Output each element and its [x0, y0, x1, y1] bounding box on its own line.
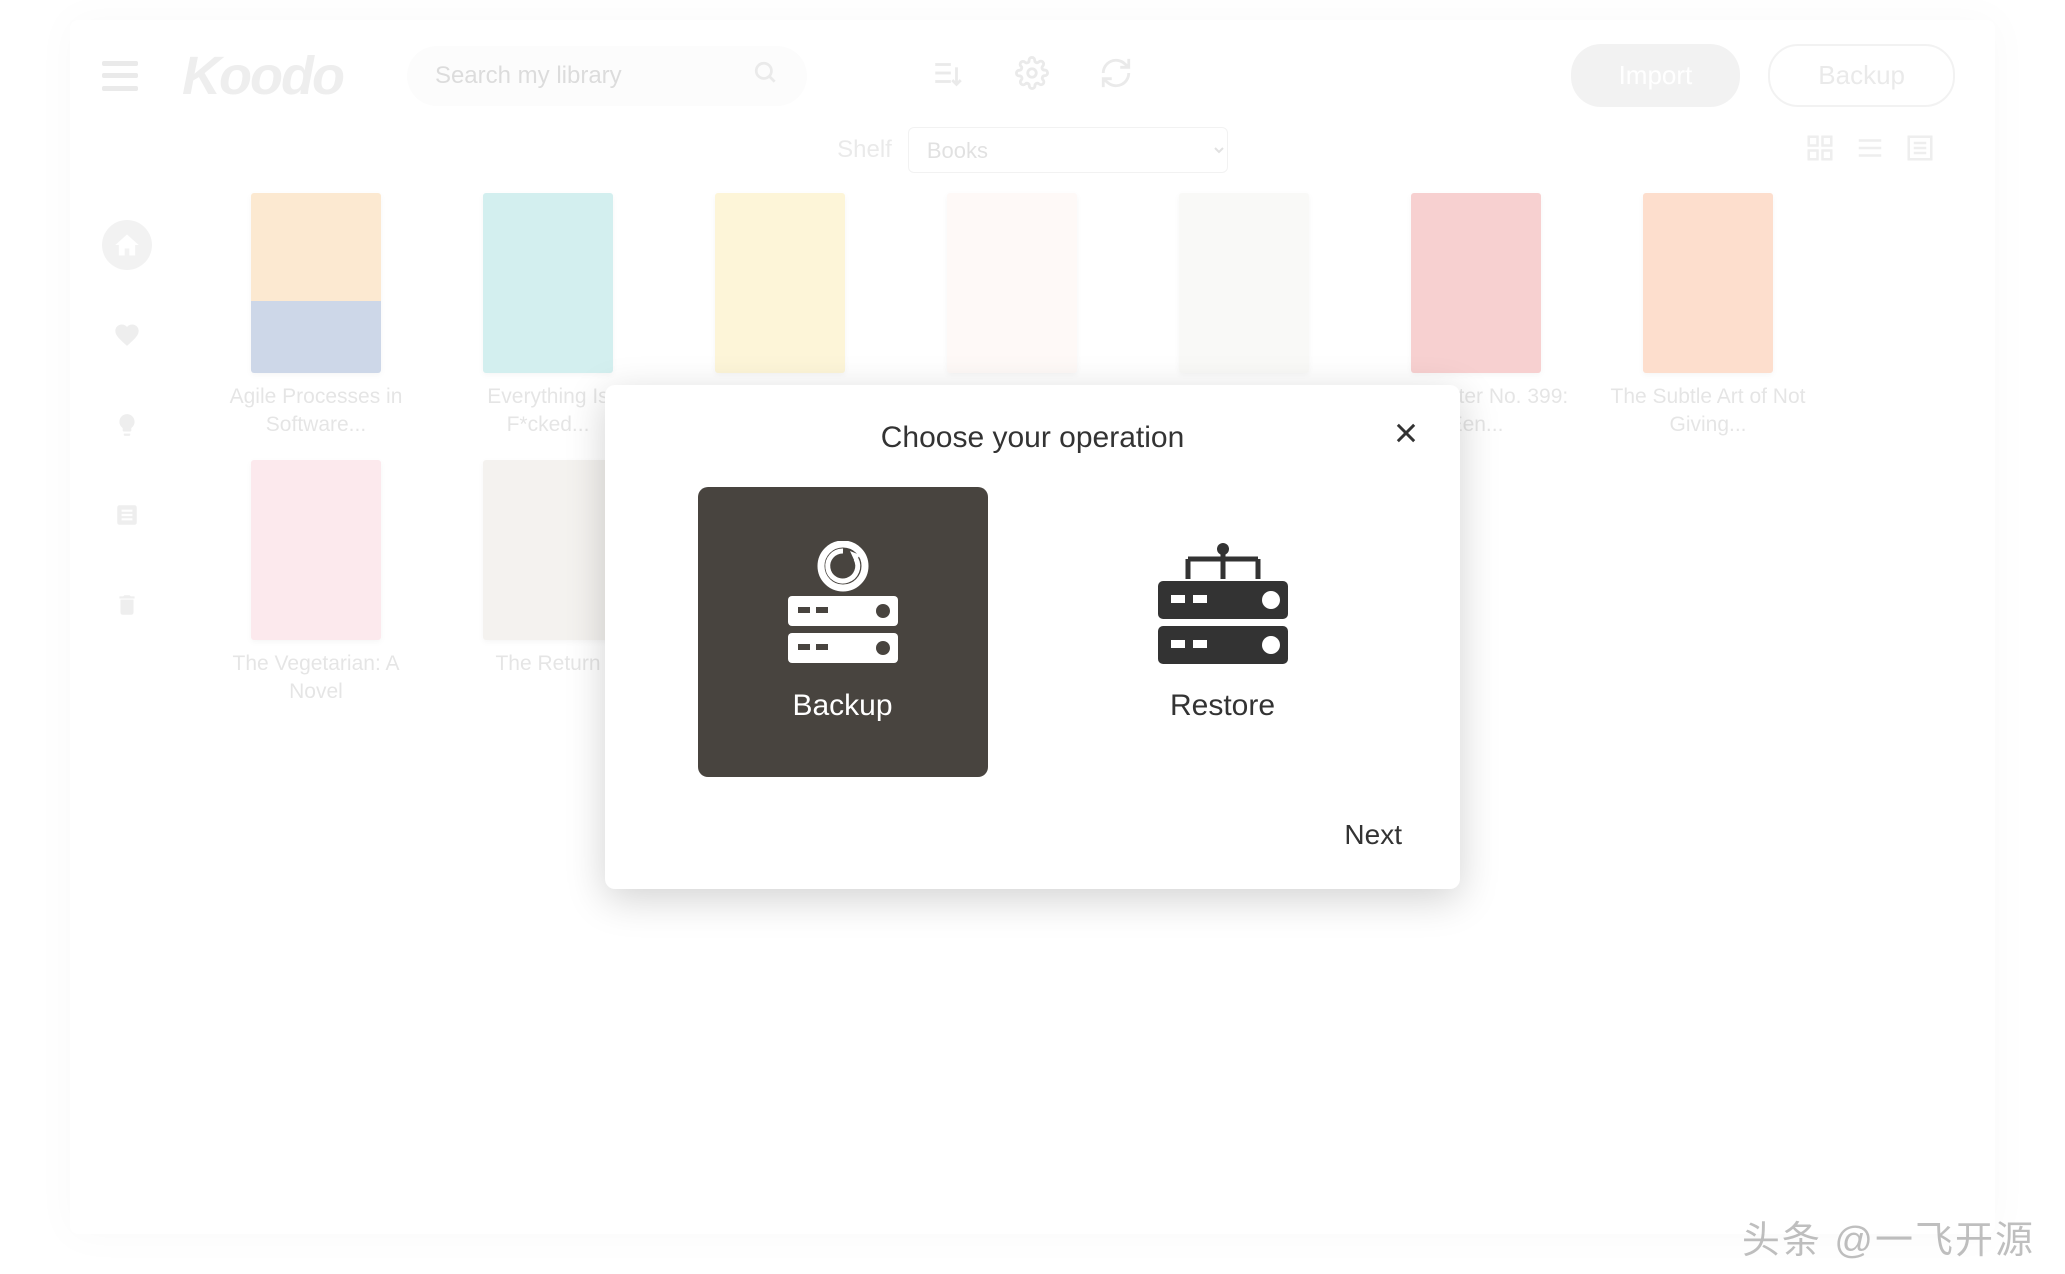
backup-icon: [768, 541, 918, 671]
modal-title: Choose your operation: [651, 421, 1414, 455]
restore-option[interactable]: Restore: [1078, 487, 1368, 777]
watermark: 头条 @一飞开源: [1742, 1209, 2035, 1264]
restore-icon: [1143, 541, 1303, 671]
close-icon[interactable]: [1392, 419, 1420, 452]
modal-overlay[interactable]: Choose your operation Backup: [0, 0, 2065, 1274]
modal-options: Backup Restore: [651, 487, 1414, 777]
next-button[interactable]: Next: [1332, 813, 1414, 857]
modal-footer: Next: [651, 813, 1414, 857]
backup-option[interactable]: Backup: [698, 487, 988, 777]
restore-option-label: Restore: [1170, 689, 1275, 723]
backup-modal: Choose your operation Backup: [605, 385, 1460, 889]
backup-option-label: Backup: [792, 689, 892, 723]
